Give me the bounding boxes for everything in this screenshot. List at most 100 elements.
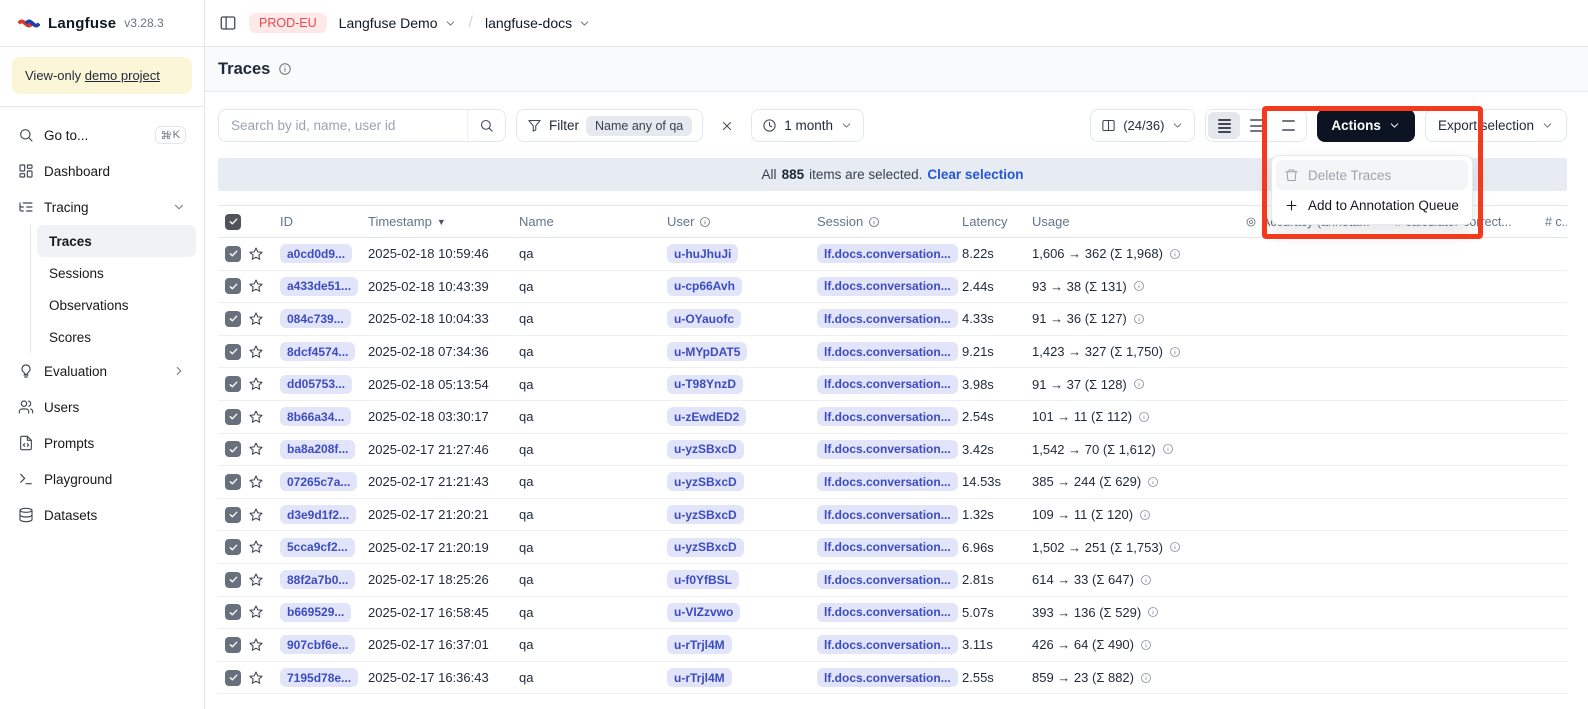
table-row[interactable]: 8b66a34... 2025-02-18 03:30:17 qa u-zEwd… bbox=[218, 401, 1567, 434]
user-badge[interactable]: u-yzSBxcD bbox=[667, 472, 744, 491]
user-badge[interactable]: u-yzSBxcD bbox=[667, 538, 744, 557]
trace-id-badge[interactable]: 88f2a7b0... bbox=[280, 570, 355, 589]
trace-id-badge[interactable]: 084c739... bbox=[280, 309, 351, 328]
row-checkbox[interactable] bbox=[225, 246, 241, 262]
session-badge[interactable]: lf.docs.conversation... bbox=[817, 635, 958, 654]
time-range-button[interactable]: 1 month bbox=[751, 109, 864, 142]
row-checkbox[interactable] bbox=[225, 311, 241, 327]
sidebar-item-playground[interactable]: Playground bbox=[8, 461, 196, 497]
table-row[interactable]: ba8a208f... 2025-02-17 21:27:46 qa u-yzS… bbox=[218, 434, 1567, 467]
sidebar-item-prompts[interactable]: Prompts bbox=[8, 425, 196, 461]
table-row[interactable]: 084c739... 2025-02-18 10:04:33 qa u-OYau… bbox=[218, 303, 1567, 336]
row-checkbox[interactable] bbox=[225, 604, 241, 620]
row-checkbox[interactable] bbox=[225, 278, 241, 294]
star-icon[interactable] bbox=[248, 246, 264, 262]
clear-selection-link[interactable]: Clear selection bbox=[927, 167, 1023, 182]
search-submit[interactable] bbox=[467, 110, 505, 141]
user-badge[interactable]: u-rTrjl4M bbox=[667, 668, 732, 687]
col-session[interactable]: Session bbox=[817, 214, 962, 229]
row-height-large-button[interactable] bbox=[1272, 112, 1304, 139]
row-checkbox[interactable] bbox=[225, 572, 241, 588]
star-icon[interactable] bbox=[248, 572, 264, 588]
row-checkbox[interactable] bbox=[225, 441, 241, 457]
sidebar-item-dashboard[interactable]: Dashboard bbox=[8, 153, 196, 189]
table-row[interactable]: d3e9d1f2... 2025-02-17 21:20:21 qa u-yzS… bbox=[218, 499, 1567, 532]
session-badge[interactable]: lf.docs.conversation... bbox=[817, 309, 958, 328]
star-icon[interactable] bbox=[248, 507, 264, 523]
star-icon[interactable] bbox=[248, 311, 264, 327]
org-switcher[interactable]: Langfuse Demo bbox=[339, 15, 457, 31]
row-checkbox[interactable] bbox=[225, 344, 241, 360]
session-badge[interactable]: lf.docs.conversation... bbox=[817, 440, 958, 459]
star-icon[interactable] bbox=[248, 376, 264, 392]
session-badge[interactable]: lf.docs.conversation... bbox=[817, 570, 958, 589]
sidebar-item-scores[interactable]: Scores bbox=[37, 321, 196, 353]
trace-id-badge[interactable]: 907cbf6e... bbox=[280, 635, 355, 654]
star-icon[interactable] bbox=[248, 539, 264, 555]
user-badge[interactable]: u-OYauofc bbox=[667, 309, 741, 328]
star-icon[interactable] bbox=[248, 344, 264, 360]
panel-left-icon[interactable] bbox=[219, 14, 237, 32]
menu-item-delete-traces[interactable]: Delete Traces bbox=[1276, 160, 1468, 190]
col-usage[interactable]: Usage bbox=[1032, 214, 1245, 229]
user-badge[interactable]: u-yzSBxcD bbox=[667, 440, 744, 459]
star-icon[interactable] bbox=[248, 278, 264, 294]
table-row[interactable]: 5cca9cf2... 2025-02-17 21:20:19 qa u-yzS… bbox=[218, 531, 1567, 564]
row-checkbox[interactable] bbox=[225, 474, 241, 490]
trace-id-badge[interactable]: b669529... bbox=[280, 603, 351, 622]
col-extra[interactable]: # c... bbox=[1545, 215, 1567, 229]
col-user[interactable]: User bbox=[667, 214, 817, 229]
col-name[interactable]: Name bbox=[519, 214, 667, 229]
star-icon[interactable] bbox=[248, 637, 264, 653]
user-badge[interactable]: u-T98YnzD bbox=[667, 375, 743, 394]
row-height-medium-button[interactable] bbox=[1240, 112, 1272, 139]
table-row[interactable]: a0cd0d9... 2025-02-18 10:59:46 qa u-huJh… bbox=[218, 238, 1567, 271]
sidebar-item-evaluation[interactable]: Evaluation bbox=[8, 353, 196, 389]
filter-button[interactable]: Filter Name any of qa bbox=[516, 109, 703, 142]
row-height-small-button[interactable] bbox=[1208, 112, 1240, 139]
table-row[interactable]: 07265c7a... 2025-02-17 21:21:43 qa u-yzS… bbox=[218, 466, 1567, 499]
export-selection-button[interactable]: Export selection bbox=[1425, 109, 1567, 142]
sidebar-item-users[interactable]: Users bbox=[8, 389, 196, 425]
table-row[interactable]: 7195d78e... 2025-02-17 16:36:43 qa u-rTr… bbox=[218, 662, 1567, 695]
user-badge[interactable]: u-cp66Avh bbox=[667, 277, 742, 296]
session-badge[interactable]: lf.docs.conversation... bbox=[817, 538, 958, 557]
trace-id-badge[interactable]: 8dcf4574... bbox=[280, 342, 355, 361]
sidebar-item-tracing[interactable]: Tracing bbox=[8, 189, 196, 225]
table-row[interactable]: 88f2a7b0... 2025-02-17 18:25:26 qa u-f0Y… bbox=[218, 564, 1567, 597]
session-badge[interactable]: lf.docs.conversation... bbox=[817, 668, 958, 687]
sidebar-item-datasets[interactable]: Datasets bbox=[8, 497, 196, 533]
row-checkbox[interactable] bbox=[225, 637, 241, 653]
row-checkbox[interactable] bbox=[225, 539, 241, 555]
menu-item-add-to-annotation-queue[interactable]: Add to Annotation Queue bbox=[1276, 190, 1468, 220]
session-badge[interactable]: lf.docs.conversation... bbox=[817, 277, 958, 296]
row-checkbox[interactable] bbox=[225, 409, 241, 425]
table-row[interactable]: a433de51... 2025-02-18 10:43:39 qa u-cp6… bbox=[218, 271, 1567, 304]
columns-button[interactable]: (24/36) bbox=[1090, 109, 1195, 142]
demo-project-link[interactable]: demo project bbox=[85, 68, 160, 83]
row-checkbox[interactable] bbox=[225, 507, 241, 523]
star-icon[interactable] bbox=[248, 604, 264, 620]
sidebar-item-goto[interactable]: Go to... K bbox=[8, 117, 196, 153]
user-badge[interactable]: u-rTrjl4M bbox=[667, 635, 732, 654]
session-badge[interactable]: lf.docs.conversation... bbox=[817, 407, 958, 426]
session-badge[interactable]: lf.docs.conversation... bbox=[817, 472, 958, 491]
session-badge[interactable]: lf.docs.conversation... bbox=[817, 342, 958, 361]
trace-id-badge[interactable]: d3e9d1f2... bbox=[280, 505, 356, 524]
user-badge[interactable]: u-zEwdED2 bbox=[667, 407, 746, 426]
table-row[interactable]: 8dcf4574... 2025-02-18 07:34:36 qa u-MYp… bbox=[218, 336, 1567, 369]
trace-id-badge[interactable]: 5cca9cf2... bbox=[280, 538, 355, 557]
row-checkbox[interactable] bbox=[225, 376, 241, 392]
user-badge[interactable]: u-MYpDAT5 bbox=[667, 342, 747, 361]
trace-id-badge[interactable]: dd05753... bbox=[280, 375, 352, 394]
trace-id-badge[interactable]: 07265c7a... bbox=[280, 472, 357, 491]
user-badge[interactable]: u-VIZzvwo bbox=[667, 603, 740, 622]
table-row[interactable]: b669529... 2025-02-17 16:58:45 qa u-VIZz… bbox=[218, 597, 1567, 630]
star-icon[interactable] bbox=[248, 441, 264, 457]
col-timestamp[interactable]: Timestamp▼ bbox=[368, 214, 519, 229]
clear-filter-button[interactable] bbox=[713, 112, 741, 140]
trace-id-badge[interactable]: ba8a208f... bbox=[280, 440, 355, 459]
star-icon[interactable] bbox=[248, 474, 264, 490]
session-badge[interactable]: lf.docs.conversation... bbox=[817, 505, 958, 524]
project-switcher[interactable]: langfuse-docs bbox=[485, 15, 591, 31]
